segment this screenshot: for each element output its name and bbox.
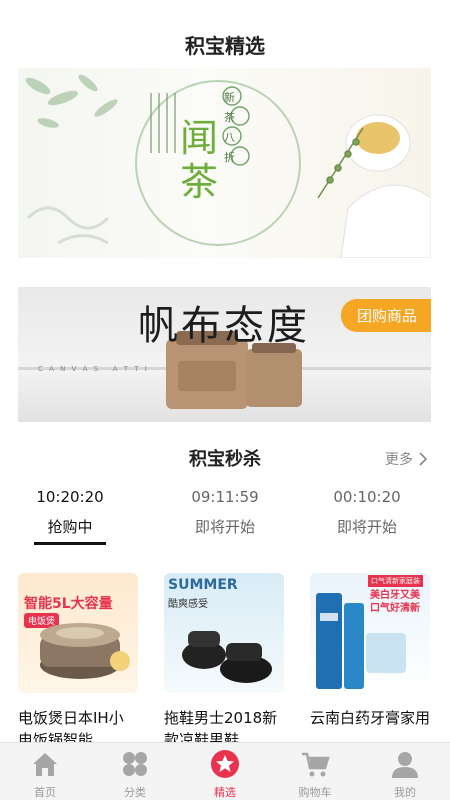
product-card[interactable]: 智能5L大容量 电饭煲 电饭煲日本IH小电饭锅智能 xyxy=(18,573,138,743)
toothpaste-art xyxy=(316,593,406,689)
cart-icon xyxy=(302,752,330,777)
tab-label: 我的 xyxy=(394,786,416,799)
rice-cooker-art xyxy=(40,623,130,679)
product-image: SUMMER 酷爽感受 xyxy=(164,573,284,693)
tab-label: 分类 xyxy=(124,786,146,799)
tea-banner-tag: 新茶八折 xyxy=(224,91,235,164)
group-buy-badge[interactable]: 团购商品 xyxy=(340,299,431,332)
bottom-tab-bar: 首页 分类 精选 购物车 我的 xyxy=(0,742,450,800)
time-tab-status: 即将开始 xyxy=(194,518,255,536)
tab-cart[interactable]: 购物车 xyxy=(270,743,360,800)
time-tab-time: 10:20:20 xyxy=(36,488,104,506)
product-name: 拖鞋男士2018新款凉鞋男鞋 xyxy=(164,709,278,743)
product-list: 智能5L大容量 电饭煲 电饭煲日本IH小电饭锅智能 SUMMER 酷爽感受 拖鞋… xyxy=(18,573,432,748)
time-tab-time: 00:10:20 xyxy=(333,488,401,506)
tab-home[interactable]: 首页 xyxy=(0,743,90,800)
more-link[interactable]: 更多 xyxy=(385,449,428,469)
product-name: 云南白药牙膏家用 xyxy=(310,709,430,727)
tab-profile[interactable]: 我的 xyxy=(360,743,450,800)
time-tab-time: 09:11:59 xyxy=(191,488,259,506)
product-card[interactable]: 口气清新家庭装 美白牙又美口气好清新 云南白药牙膏家用 xyxy=(310,573,430,743)
canvas-bag-art-text: 帆布态度 xyxy=(138,303,310,349)
chevron-right-icon xyxy=(419,452,428,466)
home-icon xyxy=(33,753,57,776)
product-name: 电饭煲日本IH小电饭锅智能 xyxy=(18,709,124,743)
sandal-art xyxy=(182,631,272,683)
time-tab-3[interactable]: 00:10:20 即将开始 xyxy=(302,488,432,537)
canvas-bag-subline: C A N V A S A T T I xyxy=(38,365,149,373)
tea-banner-art-text: 闻茶 xyxy=(180,116,219,204)
product-card[interactable]: SUMMER 酷爽感受 拖鞋男士2018新款凉鞋男鞋 xyxy=(164,573,284,743)
tab-featured[interactable]: 精选 xyxy=(180,743,270,800)
tea-banner[interactable]: 闻茶 新茶八折 xyxy=(18,68,431,258)
tab-label: 精选 xyxy=(214,786,236,799)
page-title: 积宝精选 xyxy=(185,34,265,58)
time-tab-status: 即将开始 xyxy=(336,518,397,536)
tab-label: 购物车 xyxy=(298,786,332,799)
tab-category[interactable]: 分类 xyxy=(90,743,180,800)
star-icon xyxy=(211,750,239,778)
active-tab-underline xyxy=(34,542,106,545)
canvas-bag-banner[interactable]: 帆布态度 C A N V A S A T T I 团购商品 xyxy=(18,287,431,422)
more-label: 更多 xyxy=(385,452,413,468)
product-image: 智能5L大容量 电饭煲 xyxy=(18,573,138,693)
user-icon xyxy=(392,752,418,778)
product-image: 口气清新家庭装 美白牙又美口气好清新 xyxy=(310,573,430,693)
time-tab-status: 抢购中 xyxy=(47,518,93,536)
category-icon xyxy=(123,752,147,776)
tab-label: 首页 xyxy=(34,786,56,799)
time-tab-2[interactable]: 09:11:59 即将开始 xyxy=(160,488,290,537)
flash-sale-title: 积宝秒杀 xyxy=(189,449,261,470)
time-tab-1[interactable]: 10:20:20 抢购中 xyxy=(5,488,135,545)
flash-sale-time-tabs: 10:20:20 抢购中 09:11:59 即将开始 00:10:20 即将开始 xyxy=(0,488,450,548)
